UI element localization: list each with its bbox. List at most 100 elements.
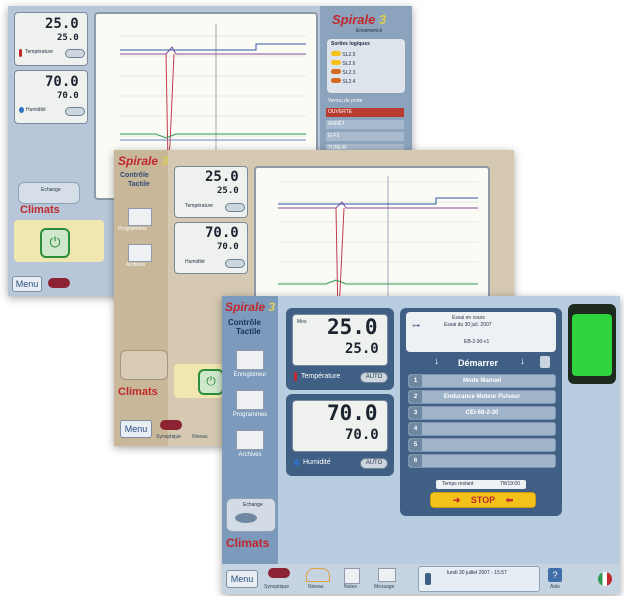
humidity-display: 70.0 70.0 Humidité xyxy=(174,222,248,274)
niveau-icon[interactable] xyxy=(306,568,330,582)
essai-box: ⊶ Essai en cours Essai du 30 juil. 2007 … xyxy=(406,312,556,352)
humidity-toggle[interactable] xyxy=(225,259,245,268)
programmes-label[interactable]: Programmes xyxy=(118,226,147,232)
temperature-toggle[interactable] xyxy=(225,203,245,212)
temperature-display: 25.0 25.0 Température xyxy=(174,166,248,218)
timer-box: Temps restant 7W19:00 xyxy=(436,480,526,489)
humidity-label: Humidité xyxy=(185,259,205,265)
message-icon[interactable] xyxy=(378,568,396,582)
temperature-mode: Mes xyxy=(297,319,307,325)
demarrer-button[interactable]: Démarrer xyxy=(458,358,498,368)
subtitle-line2: Tactile xyxy=(128,181,150,188)
synoptique-icon[interactable] xyxy=(160,420,182,430)
temperature-display: Mes 25.0 25.0 xyxy=(292,314,388,366)
synoptique-label[interactable]: Synoptique xyxy=(156,434,181,440)
timer-value: 7W19:00 xyxy=(499,481,520,487)
archives-icon[interactable] xyxy=(236,430,264,450)
archives-label[interactable]: Archives xyxy=(224,452,276,458)
sequence-row[interactable]: 5 xyxy=(408,438,556,452)
programmes-icon[interactable] xyxy=(236,390,264,410)
droplet-icon xyxy=(19,107,24,113)
sequence-row[interactable]: 6 xyxy=(408,454,556,468)
sequence-label: CEI-68-2-30 xyxy=(465,410,499,416)
temperature-label: Température xyxy=(301,373,341,380)
power-button[interactable]: ⏻ xyxy=(40,228,70,258)
brand-subtitle: Ensemencé xyxy=(356,28,383,34)
temperature-label: Température xyxy=(25,49,54,55)
timer-label: Temps restant xyxy=(442,481,474,487)
subtitle-line2: Tactile xyxy=(236,327,261,336)
menu-button[interactable]: Menu xyxy=(12,276,42,292)
echange-badge[interactable]: Echange xyxy=(226,498,276,532)
sequence-row[interactable]: 1 Mode Manuel xyxy=(408,374,556,388)
brand-number: 3 xyxy=(161,154,169,168)
arrow-down-icon: ↓ xyxy=(520,356,525,367)
menu-button[interactable]: Menu xyxy=(226,570,258,588)
humidity-display: 70.0 70.0 xyxy=(292,400,388,452)
climats-logo: Climats xyxy=(226,536,270,550)
door-menu-item[interactable]: ARRÊT xyxy=(326,120,404,129)
thermometer-icon xyxy=(294,372,297,381)
niveau-label[interactable]: Niveau xyxy=(308,584,324,590)
menu-button[interactable]: Menu xyxy=(120,420,152,438)
door-lock-title: Verrou de porte xyxy=(328,98,363,104)
programmes-icon[interactable] xyxy=(128,208,152,226)
brand-logo: Spirale 3 xyxy=(225,300,276,314)
synoptique-icon[interactable] xyxy=(268,568,290,578)
left-sidebar xyxy=(114,150,168,446)
sequence-number: 4 xyxy=(409,423,422,435)
humidity-value: 70.0 xyxy=(327,401,378,425)
key-icon: ⊶ xyxy=(412,321,420,330)
sequence-row[interactable]: 4 xyxy=(408,422,556,436)
logic-outputs-title: Sorties logiques xyxy=(331,41,370,47)
stop-label: STOP xyxy=(470,495,496,505)
notes-label[interactable]: Notes xyxy=(344,584,357,590)
echange-badge[interactable] xyxy=(120,350,168,380)
echange-badge[interactable]: Echange xyxy=(18,182,80,204)
sequence-row[interactable]: 3 CEI-68-2-30 xyxy=(408,406,556,420)
archives-label[interactable]: Archives xyxy=(126,262,145,268)
niveau-label[interactable]: Niveau xyxy=(192,434,208,440)
datetime-label: lundi 30 juillet 2007 - 15:57 xyxy=(447,570,507,576)
archives-icon[interactable] xyxy=(128,244,152,262)
arrow-right-icon: ➜ xyxy=(452,495,461,505)
humidity-label: Humidité xyxy=(26,107,46,113)
thermometer-icon xyxy=(19,49,22,57)
stop-button[interactable]: ➜ STOP ⬅ xyxy=(430,492,536,508)
enregistreur-icon[interactable] xyxy=(236,350,264,370)
humidity-toggle[interactable]: AUTO xyxy=(360,458,388,469)
climats-logo: Climats xyxy=(20,204,60,216)
arrow-down-icon: ↓ xyxy=(434,356,439,367)
output-row: SL2.5 xyxy=(331,51,355,58)
essai-code: EB-2-30-v1 xyxy=(464,339,490,345)
programmes-label[interactable]: Programmes xyxy=(224,412,276,418)
humidity-toggle[interactable] xyxy=(65,107,85,116)
language-flag-icon[interactable] xyxy=(598,572,612,586)
list-icon[interactable] xyxy=(540,356,550,368)
door-menu-item[interactable]: OUVERTE xyxy=(326,108,404,117)
humidity-value: 70.0 xyxy=(45,74,79,90)
message-label[interactable]: Message xyxy=(374,584,394,590)
temperature-toggle[interactable]: AUTO xyxy=(360,372,388,383)
sequence-row[interactable]: 2 Endurance Moteur Pulseur xyxy=(408,390,556,404)
enregistreur-label[interactable]: Enregistreur xyxy=(224,372,276,378)
brand-number: 3 xyxy=(378,12,387,27)
logic-outputs-panel: Sorties logiques SL2.5 SL2.6 SL2.3 SL2.4 xyxy=(326,38,406,94)
door-menu-item[interactable]: G-F1 xyxy=(326,132,404,141)
synoptique-label[interactable]: Synoptique xyxy=(264,584,289,590)
notes-icon[interactable] xyxy=(344,568,360,584)
power-button[interactable]: ⏻ xyxy=(198,369,224,395)
temperature-frame: Mes 25.0 25.0 Température AUTO xyxy=(286,308,394,390)
temperature-value: 25.0 xyxy=(327,315,378,339)
humidity-setpoint: 70.0 xyxy=(345,427,379,443)
output-row: SL2.3 xyxy=(331,69,355,76)
humidity-display: 70.0 70.0 Humidité xyxy=(14,70,88,124)
help-label[interactable]: Aide xyxy=(550,584,560,590)
help-icon[interactable]: ? xyxy=(548,568,562,582)
synoptique-icon[interactable] xyxy=(48,278,70,288)
humidity-setpoint: 70.0 xyxy=(217,242,239,252)
temperature-toggle[interactable] xyxy=(65,49,85,58)
humidity-label: Humidité xyxy=(303,459,331,466)
temperature-value: 25.0 xyxy=(45,16,79,32)
brand-number: 3 xyxy=(268,300,276,314)
